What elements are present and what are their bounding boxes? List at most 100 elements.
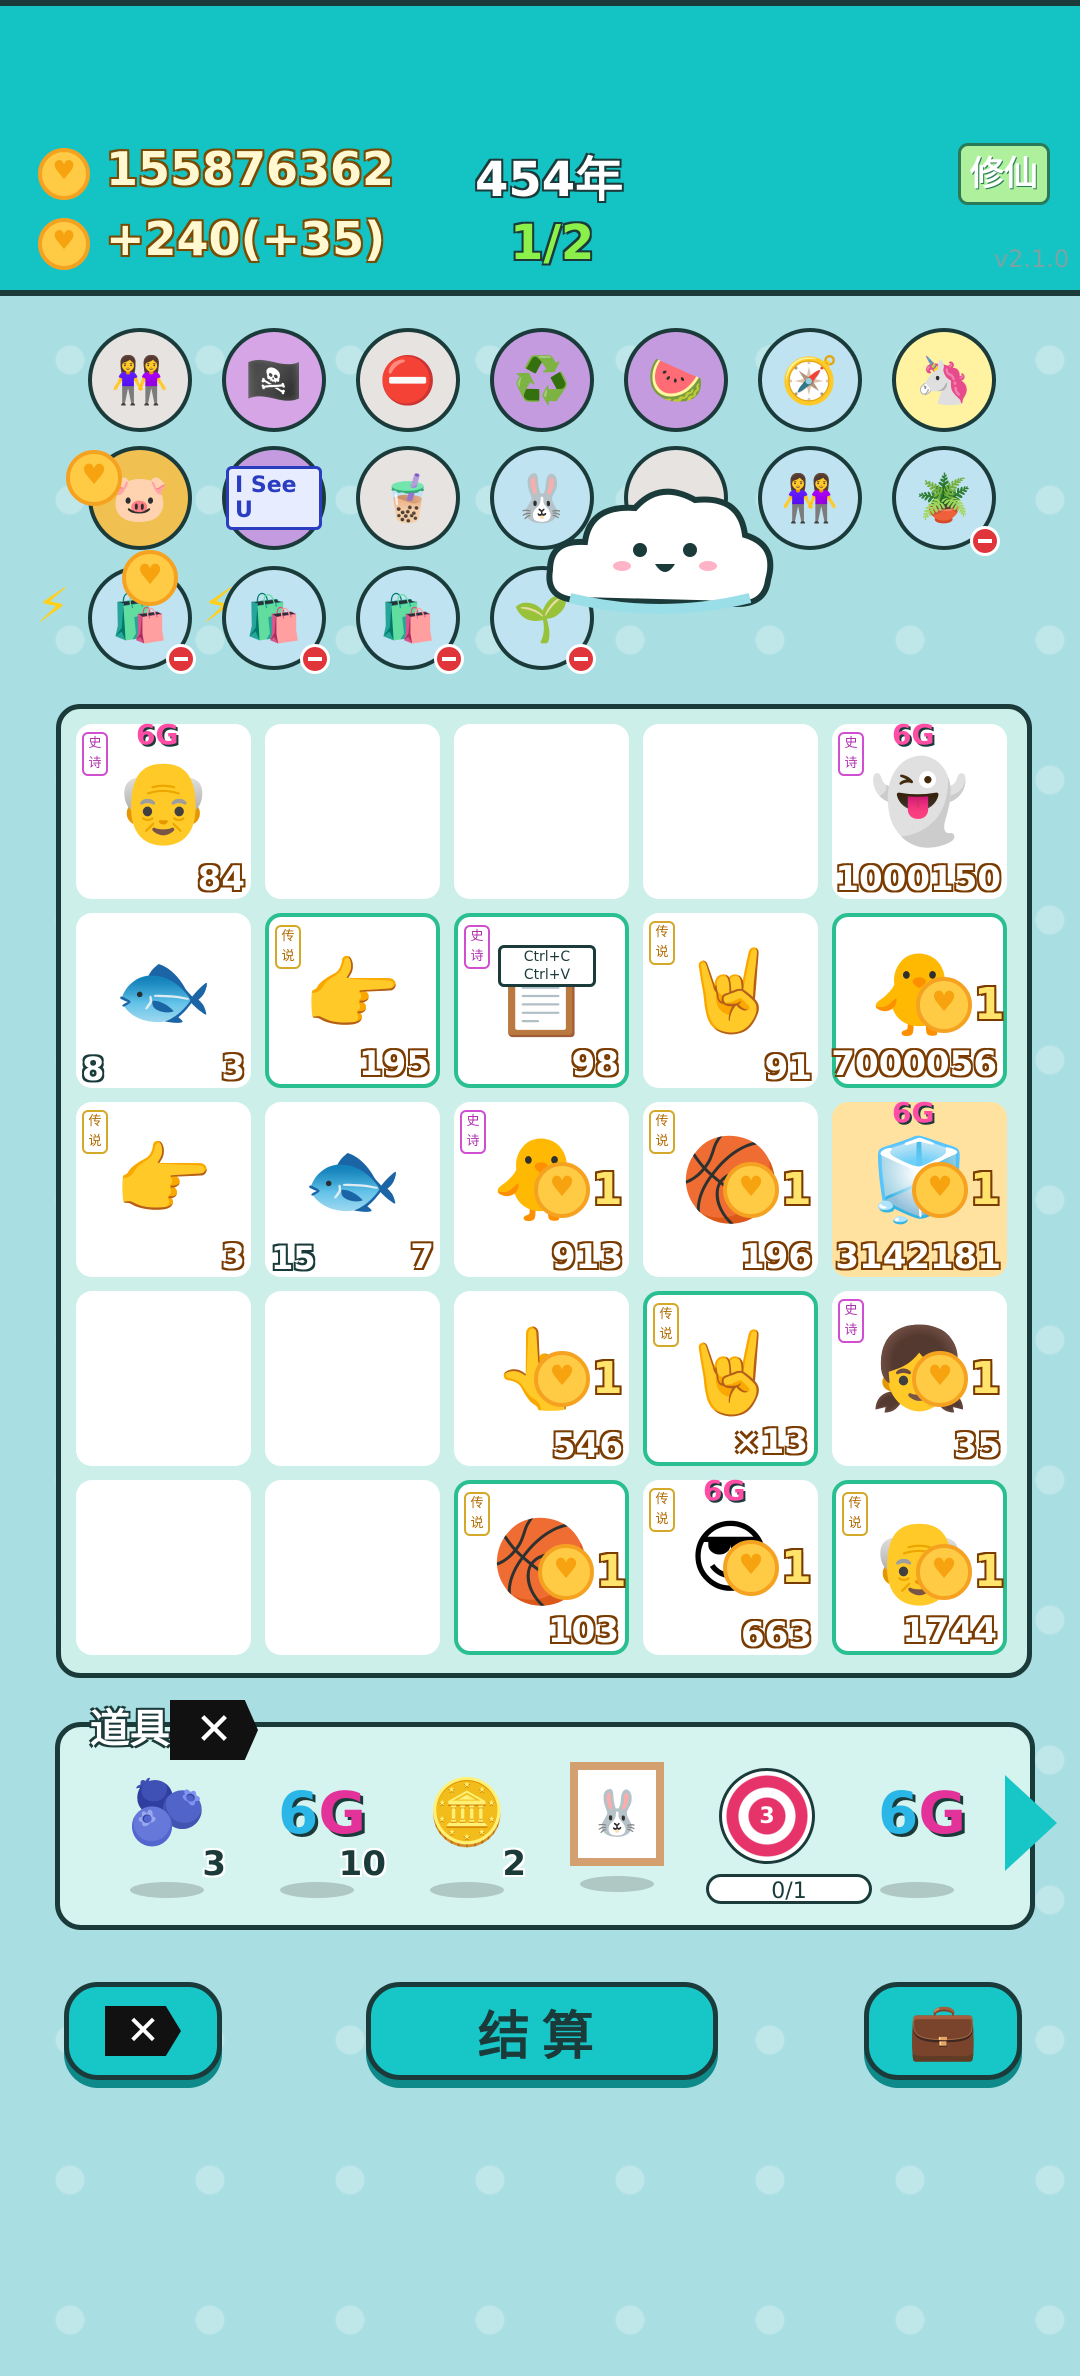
item-6g[interactable]: 6G 10	[262, 1768, 386, 1918]
i-see-u-icon[interactable]: I See U	[222, 446, 326, 550]
compass-icon[interactable]: 🧭	[758, 328, 862, 432]
fruit-basket-icon[interactable]: 🍉	[624, 328, 728, 432]
goldfish-icon: 🐟	[302, 1133, 403, 1226]
rarity-tag: 史诗	[460, 1110, 486, 1154]
cell-value: 3	[221, 1237, 245, 1277]
xiuxian-button[interactable]: 修仙	[958, 143, 1050, 205]
cell-value: 3142181	[835, 1237, 1001, 1277]
symbol-cell[interactable]: 👉 传说 195	[265, 913, 440, 1088]
rarity-tag: 传说	[275, 925, 301, 969]
top-border	[0, 0, 1080, 6]
empty-cell[interactable]	[265, 1291, 440, 1466]
coin-icon	[38, 148, 90, 200]
rarity-tag: 传说	[649, 1488, 675, 1532]
cell-value: 91	[764, 1048, 812, 1088]
coin-income-icon	[38, 218, 90, 270]
symbol-cell[interactable]: 😎传说6G6631	[643, 1474, 818, 1655]
rarity-tag: 史诗	[82, 732, 108, 776]
symbol-cell[interactable]: 📋 Ctrl+C Ctrl+V 史诗 98	[454, 913, 629, 1088]
symbol-cell[interactable]: 🐥70000561	[831, 913, 1007, 1088]
badge-6g: 6G	[136, 718, 179, 751]
cell-value: 7	[410, 1237, 434, 1277]
no-entry-icon[interactable]: ⛔	[356, 328, 460, 432]
recycle-icon[interactable]: ♻️	[490, 328, 594, 432]
lightning-icon: ⚡	[36, 578, 70, 634]
item-blueberry[interactable]: 🫐 3	[112, 1768, 226, 1918]
item-count: 3	[202, 1844, 226, 1884]
bonus-count: 1	[974, 1546, 1005, 1597]
symbol-cell[interactable]: 🏀传说1961	[643, 1102, 818, 1277]
rarity-tag: 传说	[649, 921, 675, 965]
bag-button[interactable]: 💼	[864, 1982, 1022, 2080]
symbol-cell[interactable]: 🐥史诗9131	[454, 1102, 629, 1277]
empty-cell[interactable]	[643, 724, 818, 899]
bubble-tea-icon[interactable]: 🧋	[356, 446, 460, 550]
remove-icon[interactable]	[166, 644, 196, 674]
bonus-count: 1	[970, 1353, 1001, 1404]
symbol-cell[interactable]: 🐟 3 8	[76, 913, 251, 1088]
empty-cell[interactable]	[76, 1291, 251, 1466]
symbol-cell[interactable]: 👻 史诗 6G 1000150	[832, 718, 1007, 899]
empty-cell[interactable]	[265, 724, 440, 899]
symbol-cell[interactable]: 👆5461	[454, 1291, 629, 1466]
symbol-cell[interactable]: 🏀传说1031	[454, 1480, 629, 1655]
rabbit-frame-icon: 🐰	[570, 1762, 664, 1866]
rarity-tag: 传说	[649, 1110, 675, 1154]
bonus-coin-icon	[723, 1162, 779, 1218]
symbol-cell[interactable]: 🧊6G31421811	[832, 1096, 1007, 1277]
bonus-coin-icon	[723, 1540, 779, 1596]
bonus-coin-icon	[534, 1351, 590, 1407]
top-bar: 155876362 +240(+35) 454年 1/2 修仙 v2.1.0	[0, 0, 1080, 296]
item-dollar-coin[interactable]: 🪙 2	[412, 1768, 526, 1918]
remove-icon[interactable]	[300, 644, 330, 674]
symbol-cell[interactable]: 👴传说17441	[832, 1480, 1007, 1655]
rarity-tag: 史诗	[838, 1299, 864, 1343]
symbol-cell[interactable]: 🤘 传说 ×13	[643, 1291, 818, 1466]
symbol-cell[interactable]: 🐟 7 15	[265, 1102, 440, 1277]
remove-button[interactable]: ✕	[64, 1982, 222, 2080]
two-girls-icon[interactable]: 👭	[88, 328, 192, 432]
cell-value: 1000150	[835, 859, 1001, 899]
items-close-button[interactable]: ✕	[170, 1700, 258, 1760]
rarity-tag: 传说	[653, 1303, 679, 1347]
bonus-coin-icon	[912, 1351, 968, 1407]
bonus-count: 1	[781, 1542, 812, 1593]
symbol-cell[interactable]: 👧史诗351	[832, 1291, 1007, 1466]
version-label: v2.1.0	[994, 245, 1070, 273]
empty-cell[interactable]	[454, 724, 629, 899]
settle-button[interactable]: 结算	[366, 1982, 718, 2080]
symbol-cell[interactable]: 👴 史诗 6G 84	[76, 718, 251, 899]
item-shadow	[430, 1882, 504, 1898]
item-count: 2	[502, 1844, 526, 1884]
remove-icon[interactable]	[970, 526, 1000, 556]
coin-income: +240(+35)	[106, 212, 386, 266]
unicorn-icon[interactable]: 🦄	[892, 328, 996, 432]
eye-patch-icon[interactable]: 🏴‍☠️	[222, 328, 326, 432]
item-shadow	[580, 1876, 654, 1892]
symbol-cell[interactable]: 👉 传说 3	[76, 1102, 251, 1277]
item-6g[interactable]: 6G	[862, 1768, 982, 1918]
cell-value: 1744	[902, 1611, 997, 1651]
floating-coin-icon	[66, 450, 122, 506]
item-progress: 0/1	[706, 1874, 872, 1904]
bonus-coin-icon	[916, 1544, 972, 1600]
cell-value: 913	[552, 1237, 623, 1277]
empty-cell[interactable]	[265, 1480, 440, 1655]
bonus-coin-icon	[916, 977, 972, 1033]
item-rabbit-frame[interactable]: 🐰	[562, 1762, 672, 1912]
bonus-coin-icon	[534, 1162, 590, 1218]
remove-icon[interactable]	[434, 644, 464, 674]
rarity-tag: 传说	[842, 1492, 868, 1536]
cell-value: 98	[571, 1044, 619, 1084]
cell-value: 195	[359, 1044, 430, 1084]
empty-cell[interactable]	[76, 1480, 251, 1655]
remove-icon[interactable]	[566, 644, 596, 674]
symbol-cell[interactable]: 🤘 传说 91	[643, 913, 818, 1088]
briefcase-icon: 💼	[908, 1999, 978, 2064]
settle-label: 结算	[477, 2006, 606, 2067]
cell-value: 7000056	[831, 1044, 997, 1084]
item-shadow	[280, 1882, 354, 1898]
items-next-arrow-icon[interactable]	[1005, 1775, 1057, 1871]
cell-value: 196	[741, 1237, 812, 1277]
ctrl-label: Ctrl+V	[523, 967, 571, 983]
